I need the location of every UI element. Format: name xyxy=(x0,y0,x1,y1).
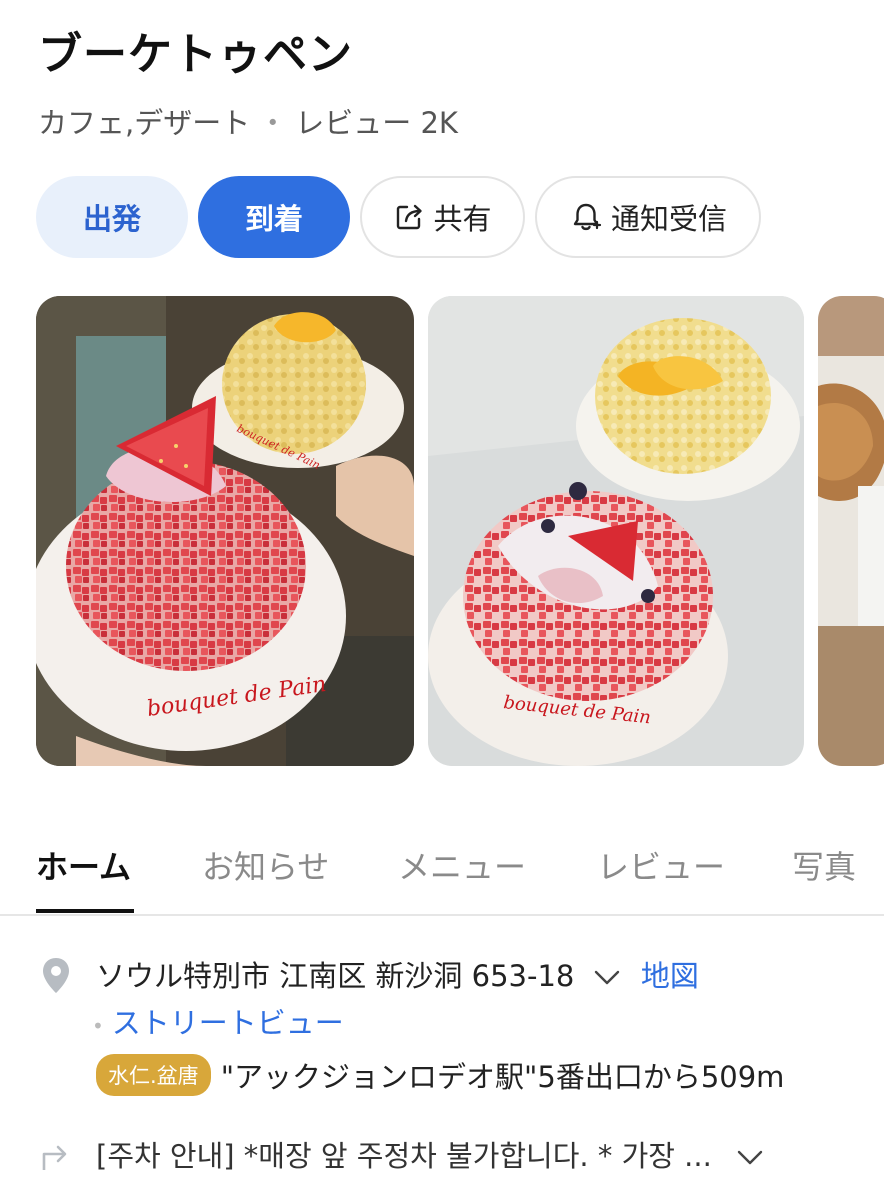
photo-sliced-cake[interactable]: bouquet de Pain xyxy=(428,296,804,766)
parking-text: [주차 안내] *매장 앞 주정차 불가합니다. * 가장 ... xyxy=(96,1139,712,1173)
map-link[interactable]: 地図 xyxy=(641,959,699,993)
bell-icon xyxy=(573,203,602,231)
turn-arrow-icon xyxy=(42,1145,67,1170)
photo-strawberry-cake[interactable]: bouquet de Pain bouquet de Pain xyxy=(36,296,414,766)
parking-info-row[interactable]: [주차 안내] *매장 앞 주정차 불가합니다. * 가장 ... xyxy=(96,1133,765,1175)
place-title: ブーケトゥペン xyxy=(38,29,353,80)
arrive-label: 到着 xyxy=(244,202,303,236)
tabs-divider xyxy=(0,914,884,916)
station-row: 水仁.盆唐 "アックジョンロデオ駅"5番出口から509m xyxy=(96,1054,784,1096)
tab-notices[interactable]: お知らせ xyxy=(202,842,329,888)
depart-label: 出発 xyxy=(82,202,141,236)
tab-reviews[interactable]: レビュー xyxy=(597,842,725,888)
place-subtitle: カフェ,デザート・レビュー 2K xyxy=(38,100,458,142)
location-pin-icon xyxy=(43,958,69,993)
notify-label: 通知受信 xyxy=(610,202,727,236)
arrive-button[interactable]: 到着 xyxy=(198,176,350,258)
tab-photos[interactable]: 写真 xyxy=(792,842,856,888)
review-count[interactable]: レビュー 2K xyxy=(295,106,458,140)
photo-pastry-partial[interactable] xyxy=(818,296,884,766)
address-row: ソウル特別市 江南区 新沙洞 653-18 地図 xyxy=(96,953,699,995)
street-view-link[interactable]: ストリートビュー xyxy=(112,1006,344,1040)
chevron-down-icon[interactable] xyxy=(592,968,622,988)
active-tab-indicator xyxy=(36,909,134,913)
depart-button[interactable]: 出発 xyxy=(36,176,188,258)
subway-line-badge: 水仁.盆唐 xyxy=(96,1054,211,1096)
station-directions: "アックジョンロデオ駅"5番出口から509m xyxy=(220,1060,785,1094)
tab-home[interactable]: ホーム xyxy=(36,842,131,888)
address-text: ソウル特別市 江南区 新沙洞 653-18 xyxy=(96,959,575,993)
tab-bar: ホーム お知らせ メニュー レビュー 写真 xyxy=(0,820,884,914)
category-text: カフェ,デザート xyxy=(38,106,251,140)
tab-menu[interactable]: メニュー xyxy=(398,842,526,888)
share-label: 共有 xyxy=(433,202,492,236)
notify-button[interactable]: 通知受信 xyxy=(535,176,761,258)
street-view-row: • ストリートビュー xyxy=(92,1000,344,1042)
separator-dot: ・ xyxy=(258,106,288,140)
share-icon xyxy=(397,204,423,230)
chevron-down-icon[interactable] xyxy=(735,1148,765,1168)
bullet-dot: • xyxy=(92,1014,104,1038)
share-button[interactable]: 共有 xyxy=(360,176,525,258)
